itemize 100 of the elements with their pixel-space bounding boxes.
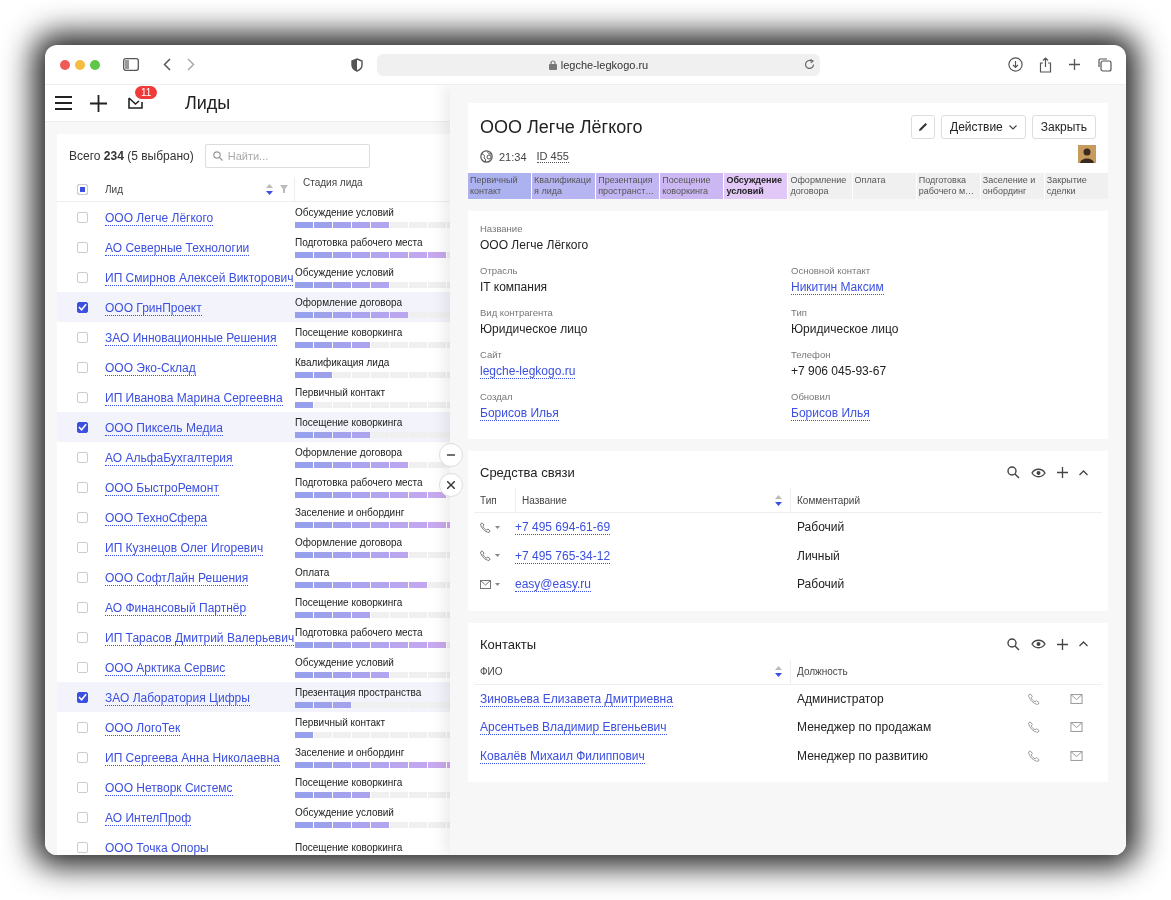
- stage-tab[interactable]: Презентация пространст…: [596, 173, 660, 199]
- lead-link[interactable]: ООО Нетворк Системс: [105, 781, 233, 796]
- shield-icon[interactable]: [351, 57, 363, 72]
- lead-link[interactable]: АО ИнтелПроф: [105, 811, 192, 826]
- contact-name-link[interactable]: Зиновьева Елизавета Дмитриевна: [480, 691, 673, 707]
- lead-id: ID 455: [536, 150, 569, 163]
- lead-link[interactable]: ИП Тарасов Дмитрий Валерьевич: [105, 631, 295, 646]
- contact-name-link[interactable]: Ковалёв Михаил Филиппович: [480, 748, 645, 764]
- search-icon[interactable]: [1007, 637, 1020, 651]
- phone-icon[interactable]: [1028, 749, 1040, 762]
- lead-link[interactable]: ИП Кузнецов Олег Игоревич: [105, 541, 264, 556]
- lead-link[interactable]: ООО ГринПроект: [105, 301, 202, 316]
- lead-link[interactable]: ИП Смирнов Алексей Викторович: [105, 271, 294, 286]
- address-bar[interactable]: legche-legkogo.ru: [377, 53, 820, 76]
- lead-link[interactable]: АО Финансовый Партнёр: [105, 601, 247, 616]
- field-value: Юридическое лицо: [791, 322, 899, 336]
- row-checkbox[interactable]: [76, 421, 88, 433]
- lead-link[interactable]: ООО Арктика Сервис: [105, 661, 226, 676]
- column-header[interactable]: Тип: [480, 494, 515, 506]
- phone-icon[interactable]: [1028, 692, 1040, 705]
- chevron-up-icon[interactable]: [1079, 469, 1088, 476]
- stage-tab[interactable]: Квалификация лида: [532, 173, 596, 199]
- column-header[interactable]: Должность: [790, 659, 1028, 684]
- lead-link[interactable]: ООО Эко-Склад: [105, 361, 196, 376]
- lead-link[interactable]: АО Северные Технологии: [105, 241, 250, 256]
- lead-link[interactable]: ООО БыстроРемонт: [105, 481, 219, 496]
- plus-icon[interactable]: [1057, 638, 1068, 650]
- field-label: Вид контрагента: [480, 307, 554, 318]
- column-header[interactable]: Название: [522, 494, 567, 506]
- reload-icon[interactable]: [804, 58, 815, 70]
- sidebar-icon[interactable]: [123, 58, 139, 71]
- stage-tab[interactable]: Посещение коворкинга: [660, 173, 724, 199]
- column-header[interactable]: Стадия лида: [303, 177, 363, 188]
- sort-icon[interactable]: [775, 494, 782, 506]
- stage-tab[interactable]: Оформление договора: [788, 173, 852, 199]
- menu-icon[interactable]: [55, 96, 72, 110]
- plus-icon[interactable]: [90, 94, 107, 112]
- selected-row[interactable]: ООО ГринПроект Оформление договора: [57, 292, 450, 322]
- tabs-overview-icon[interactable]: [1097, 57, 1112, 72]
- lead-link[interactable]: ЗАО Лаборатория Цифры: [105, 691, 250, 706]
- row-checkbox[interactable]: [76, 691, 88, 703]
- stage-tab[interactable]: Обсуждение условий: [724, 173, 788, 199]
- field-link[interactable]: legche-legkogo.ru: [480, 364, 576, 379]
- forward-icon[interactable]: [187, 58, 195, 71]
- lead-link[interactable]: ЗАО Инновационные Решения: [105, 331, 277, 346]
- eye-icon[interactable]: [1031, 467, 1046, 478]
- stage-tab[interactable]: Подготовка рабочего м…: [916, 173, 980, 199]
- chevron-up-icon[interactable]: [1079, 641, 1088, 647]
- lead-link[interactable]: ООО ТехноСфера: [105, 511, 208, 526]
- search-field[interactable]: Найти...: [204, 144, 370, 168]
- lead-link[interactable]: ИП Иванова Марина Сергеевна: [105, 391, 283, 406]
- stage-label: Оплата: [295, 566, 330, 578]
- selected-row[interactable]: ЗАО Лаборатория Цифры Презентация пространства: [57, 682, 450, 712]
- phone-icon[interactable]: [1028, 721, 1040, 734]
- lead-link[interactable]: ООО СофтЛайн Решения: [105, 571, 249, 586]
- maximize-window-button[interactable]: [90, 59, 100, 70]
- field-link[interactable]: Борисов Илья: [480, 406, 559, 421]
- plus-icon[interactable]: [1057, 467, 1068, 478]
- column-header[interactable]: Комментарий: [790, 488, 1102, 512]
- stage-tab[interactable]: Закрытие сделки: [1044, 173, 1108, 199]
- edit-button[interactable]: [911, 115, 935, 139]
- lead-title: ООО Легче Лёгкого: [480, 117, 643, 138]
- stage-tab[interactable]: Заселение и онбординг: [980, 173, 1044, 199]
- contact-value-link[interactable]: +7 495 765-34-12: [515, 548, 611, 564]
- lead-link[interactable]: ООО Пиксель Медиа: [105, 421, 223, 436]
- close-lead-button[interactable]: Закрыть: [1031, 115, 1096, 139]
- section-title: Средства связи: [480, 465, 575, 480]
- close-window-button[interactable]: [60, 59, 70, 70]
- stage-label: Обсуждение условий: [295, 656, 394, 668]
- select-all-checkbox[interactable]: [76, 183, 88, 195]
- field-link[interactable]: Никитин Максим: [791, 280, 884, 295]
- mail-icon: [480, 579, 491, 589]
- stage-tab[interactable]: Оплата: [852, 173, 916, 199]
- sort-icon[interactable]: [266, 183, 273, 195]
- filter-icon[interactable]: [280, 185, 288, 193]
- lead-link[interactable]: ООО Точка Опоры: [105, 841, 209, 855]
- column-header[interactable]: ФИО: [480, 666, 503, 677]
- search-icon[interactable]: [1007, 466, 1020, 479]
- new-tab-icon[interactable]: [1068, 58, 1081, 71]
- download-icon[interactable]: [1008, 57, 1023, 72]
- contact-value-link[interactable]: +7 495 694-61-69: [515, 520, 611, 536]
- mail-icon[interactable]: [128, 97, 143, 109]
- stage-label: Подготовка рабочего места: [295, 236, 423, 248]
- action-dropdown[interactable]: Действие: [941, 115, 1026, 139]
- lead-link[interactable]: АО АльфаБухгалтерия: [105, 451, 233, 466]
- share-icon[interactable]: [1039, 56, 1052, 73]
- field-link[interactable]: Борисов Илья: [791, 406, 870, 421]
- column-header[interactable]: Лид: [105, 183, 123, 195]
- contact-name-link[interactable]: Арсентьев Владимир Евгеньевич: [480, 720, 667, 736]
- row-checkbox[interactable]: [76, 301, 88, 313]
- selected-row[interactable]: ООО Пиксель Медиа Посещение коворкинга: [57, 412, 450, 442]
- lead-link[interactable]: ООО Легче Лёгкого: [105, 211, 214, 226]
- sort-icon[interactable]: [775, 666, 782, 677]
- lead-link[interactable]: ИП Сергеева Анна Николаевна: [105, 751, 280, 766]
- search-icon: [212, 151, 223, 161]
- contact-value-link[interactable]: easy@easy.ru: [515, 577, 591, 593]
- stage-tab[interactable]: Первичный контакт: [468, 173, 532, 199]
- eye-icon[interactable]: [1031, 639, 1046, 649]
- lead-link[interactable]: ООО ЛогоТек: [105, 721, 181, 736]
- back-icon[interactable]: [163, 58, 171, 71]
